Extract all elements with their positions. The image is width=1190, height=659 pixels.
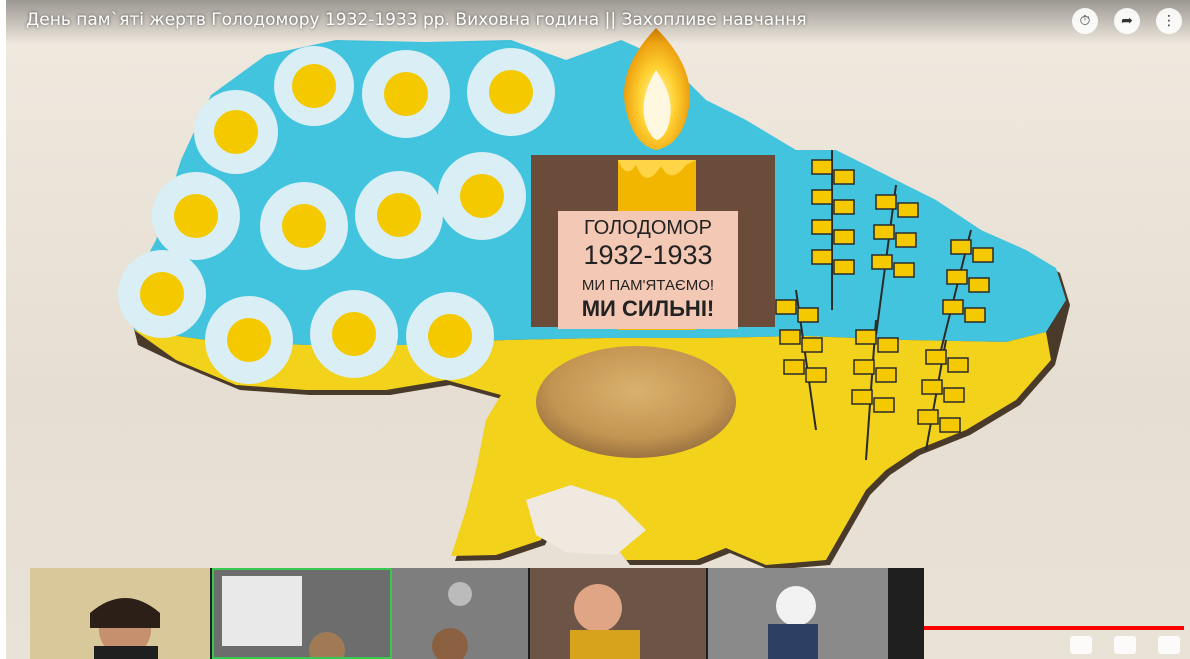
more-icon[interactable]: ⋮ (1156, 8, 1182, 34)
video-call-participants (30, 568, 924, 659)
participant-2-avatar (212, 568, 390, 659)
player-title-bar: День пам`яті жертв Голодомору 1932-1933 … (6, 0, 1190, 44)
clock-icon[interactable]: ⏱ (1072, 8, 1098, 34)
participant-5-avatar (708, 568, 888, 659)
participant-tile-5[interactable] (708, 568, 890, 659)
video-frame[interactable]: ГОЛОДОМОР 1932-1933 МИ ПАМ'ЯТАЄМО! МИ СИ… (6, 0, 1190, 659)
player-controls (1070, 636, 1180, 654)
share-icon[interactable]: ➦ (1114, 8, 1140, 34)
participant-tile-3[interactable] (392, 568, 530, 659)
sign-line-1: ГОЛОДОМОР (584, 217, 712, 239)
memorial-sign: ГОЛОДОМОР 1932-1933 МИ ПАМ'ЯТАЄМО! МИ СИ… (558, 211, 738, 329)
fullscreen-icon[interactable] (1158, 636, 1180, 654)
left-edge (0, 0, 6, 659)
sign-line-2: 1932-1933 (583, 240, 713, 270)
participant-tile-4[interactable] (530, 568, 708, 659)
gear-icon[interactable] (1114, 636, 1136, 654)
bread-loaf (536, 346, 736, 458)
participant-tile-2[interactable] (212, 568, 392, 659)
top-icons: ⏱ ➦ ⋮ (1072, 8, 1182, 34)
participant-3-avatar (392, 568, 528, 659)
sign-line-4: МИ СИЛЬНІ! (581, 296, 715, 321)
subtitles-icon[interactable] (1070, 636, 1092, 654)
participant-4-avatar (530, 568, 706, 659)
video-progress-bar[interactable] (924, 626, 1184, 630)
video-title[interactable]: День пам`яті жертв Голодомору 1932-1933 … (26, 10, 807, 30)
participant-tile-1[interactable] (30, 568, 212, 659)
sign-line-3: МИ ПАМ'ЯТАЄМО! (581, 277, 715, 294)
ukraine-map-illustration (118, 28, 1070, 570)
participant-1-avatar (30, 568, 210, 659)
